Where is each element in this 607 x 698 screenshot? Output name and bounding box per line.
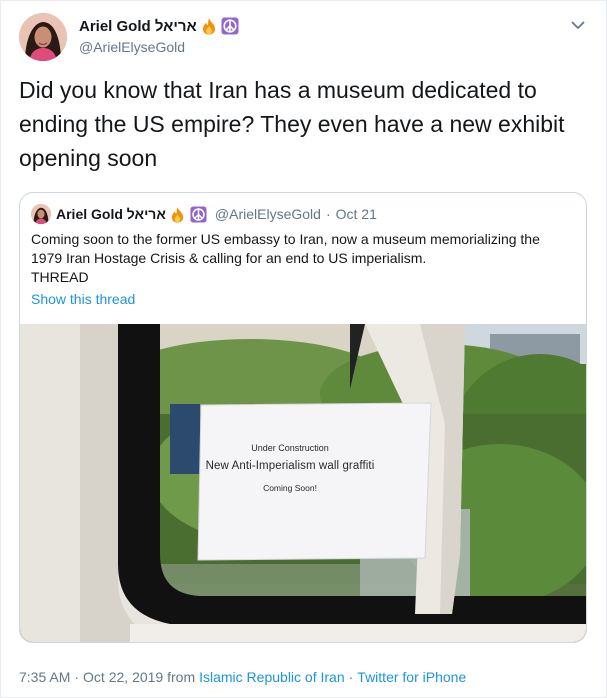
tweet-text-line: Did you know that Iran has a museum dedi… [19,77,537,103]
author-handle[interactable]: @ArielElyseGold [79,39,185,55]
quoted-tweet[interactable]: Ariel Gold אריאל @ArielElyseGold · Oct 2… [19,192,587,643]
tweet-footer: 7:35 AM · Oct 22, 2019 from Islamic Repu… [19,669,466,685]
sign-line-3: Coming Soon! [263,483,317,493]
fire-icon [200,17,218,35]
separator-dot: · [325,206,331,222]
quoted-text-line: THREAD [31,269,89,285]
chevron-down-icon[interactable] [568,15,588,35]
author-avatar[interactable] [19,13,67,61]
quoted-author-avatar [31,204,51,224]
peace-icon [190,205,208,223]
location-link[interactable]: Islamic Republic of Iran [199,669,345,685]
sign-line-1: Under Construction [251,443,329,453]
show-thread-link[interactable]: Show this thread [31,291,135,307]
quoted-author-handle: @ArielElyseGold [214,206,321,222]
quoted-date[interactable]: Oct 21 [336,206,377,222]
quoted-text: Coming soon to the former US embassy to … [31,230,581,287]
quoted-photo[interactable]: Under Construction New Anti-Imperialism … [20,324,586,642]
source-link[interactable]: Twitter for iPhone [357,669,466,685]
fire-icon [169,205,187,223]
sign-line-2: New Anti-Imperialism wall graffiti [205,460,375,472]
tweet-text: Did you know that Iran has a museum dedi… [19,73,589,175]
tweet-text-line: ending the US empire? They even have a n… [19,111,565,137]
tweet-date[interactable]: Oct 22, 2019 from [83,669,195,685]
separator-dot: · [348,669,354,685]
quoted-author-name: Ariel Gold אריאל [56,206,166,222]
author-name-row: Ariel Gold אריאל [79,17,239,35]
quoted-header: Ariel Gold אריאל @ArielElyseGold · Oct 2… [56,205,377,223]
tweet-text-line: opening soon [19,145,158,171]
quoted-text-line: Coming soon to the former US embassy to … [31,231,540,247]
peace-icon [221,17,239,35]
quoted-text-line: 1979 Iran Hostage Crisis & calling for a… [31,250,427,266]
separator-dot: · [74,669,80,685]
tweet-card: Ariel Gold אריאל @ArielElyseGold Did you… [0,0,607,698]
tweet-time[interactable]: 7:35 AM [19,669,70,685]
author-name[interactable]: Ariel Gold אריאל [79,18,197,35]
